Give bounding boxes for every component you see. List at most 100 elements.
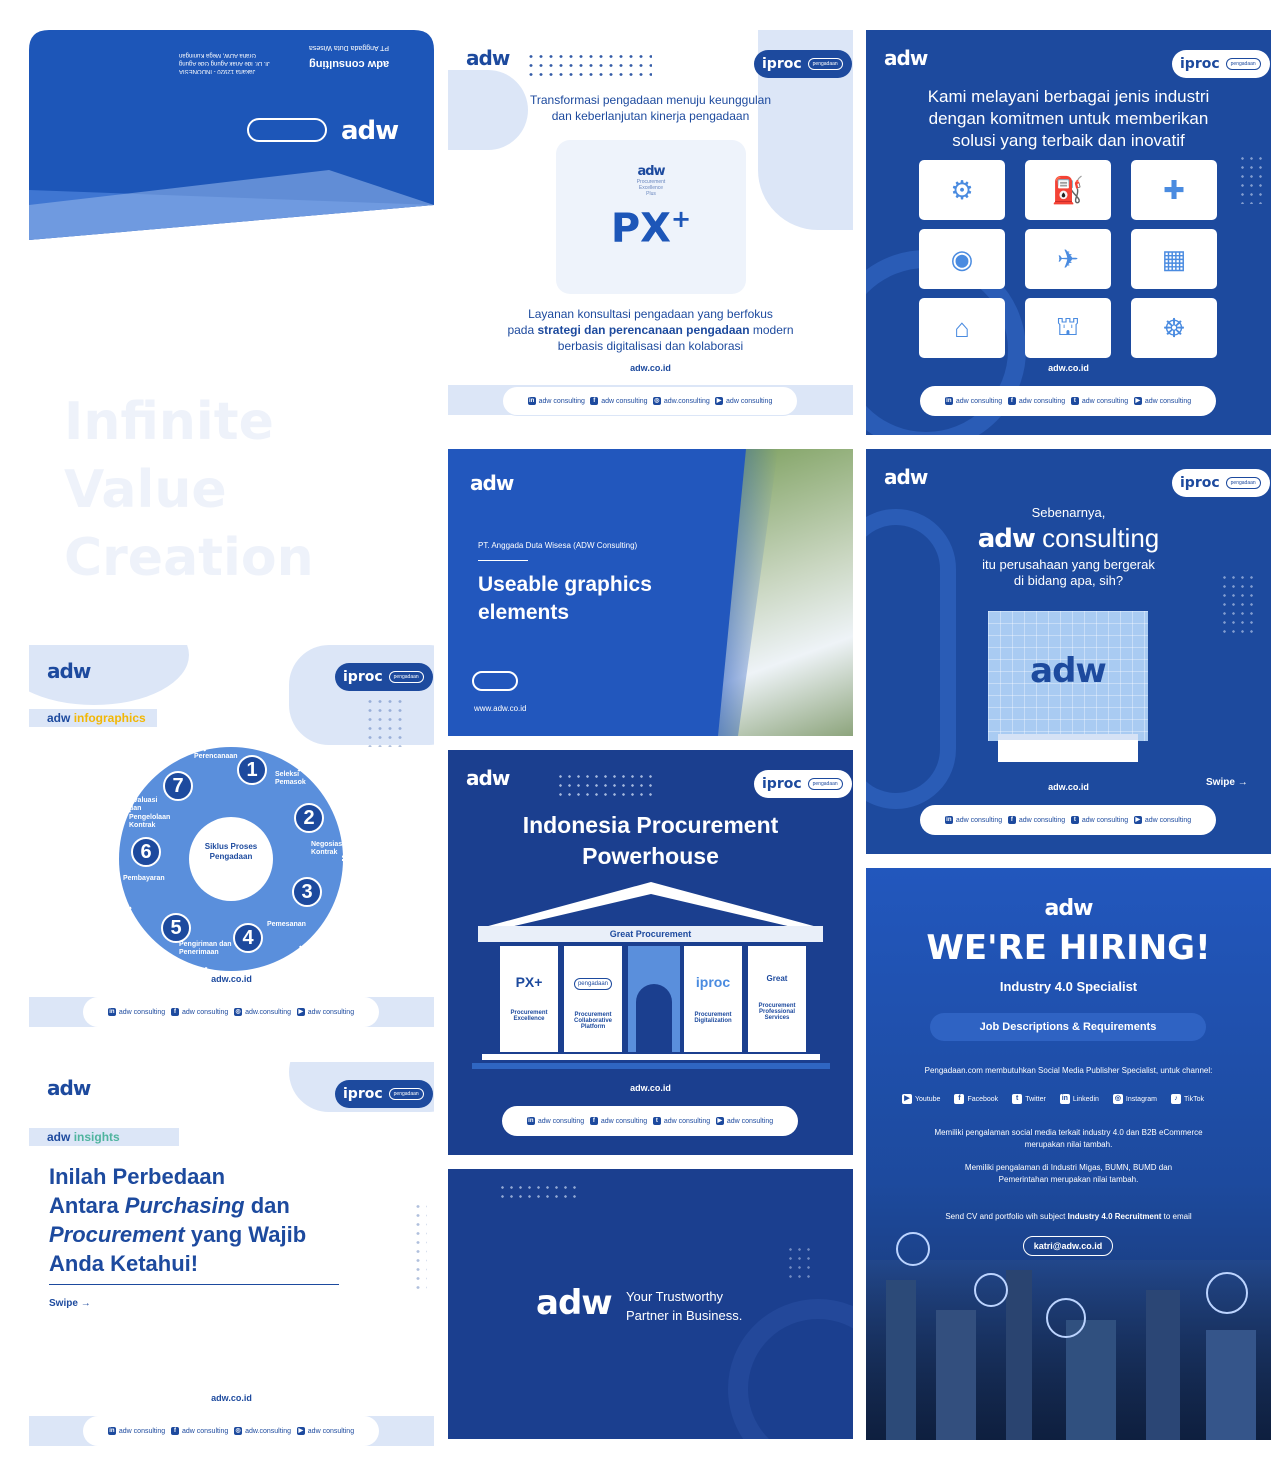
- twitter-link[interactable]: t adw consulting: [1070, 816, 1128, 824]
- question: itu perusahaan yang bergerak di bidang a…: [866, 557, 1271, 589]
- twitter-icon: t: [1012, 1094, 1023, 1104]
- gate: [628, 946, 680, 1052]
- envelope-address: Jakarta 12920 - INDONESIA: [179, 68, 256, 74]
- decor-dots: [1238, 154, 1266, 204]
- url-text[interactable]: adw.co.id: [866, 363, 1271, 373]
- iproc-badge: iproc pengadaan: [754, 770, 852, 798]
- linkedin-link[interactable]: in adw consulting: [944, 397, 1002, 405]
- url-text[interactable]: adw.co.id: [448, 363, 853, 373]
- tagline-line: Partner in Business.: [626, 1308, 743, 1323]
- brand-logo: adw: [470, 471, 514, 495]
- decor-dots: [498, 1183, 578, 1201]
- facebook-link[interactable]: f adw consulting: [590, 397, 648, 405]
- government-icon: ⛫: [1025, 298, 1111, 358]
- headline-line: Procurement yang Wajib: [49, 1220, 306, 1249]
- instagram-link[interactable]: ◎ adw.consulting: [234, 1008, 291, 1016]
- px-badge-logo: adw: [637, 164, 665, 179]
- social-label: adw.consulting: [245, 1008, 291, 1016]
- social-label: adw consulting: [181, 1008, 229, 1016]
- instagram-icon: ◎: [234, 1008, 243, 1016]
- send-span: to email: [1161, 1212, 1192, 1221]
- channel-facebook: f Facebook: [954, 1094, 998, 1104]
- youtube-link[interactable]: ▶ adw consulting: [1133, 397, 1192, 405]
- portfolio-canvas: adw adw consulting PT Anggada Duta Wises…: [0, 0, 1288, 1472]
- youtube-link[interactable]: ▶ adw consulting: [715, 397, 772, 405]
- linkedin-link[interactable]: in adw consulting: [944, 816, 1003, 824]
- facebook-link[interactable]: f adw consulting: [170, 1008, 229, 1016]
- social-label: adw consulting: [955, 816, 1003, 824]
- temple-steps: [472, 1063, 830, 1069]
- body-bold: strategi dan perencanaan pengadaan: [537, 323, 750, 337]
- intro: Sebenarnya,: [1031, 505, 1106, 520]
- question-line: di bidang apa, sih?: [1013, 573, 1124, 588]
- decor-dots: [786, 1245, 816, 1281]
- hospital-icon: ▦: [1131, 229, 1217, 289]
- body-span: modern: [749, 323, 794, 337]
- twitter-link[interactable]: t adw consulting: [652, 1117, 710, 1125]
- social-label: adw consulting: [1144, 397, 1192, 405]
- pillar-label: Procurement Collaborative Platform: [573, 1012, 612, 1030]
- facebook-link[interactable]: f adw consulting: [589, 1117, 648, 1125]
- url-text[interactable]: adw.co.id: [29, 974, 434, 984]
- iproc-logo: iproc: [762, 776, 802, 792]
- wind-turbine-icon: ⚙: [919, 160, 1005, 220]
- pengadaan-logo: pengadaan: [1225, 58, 1261, 70]
- youtube-link[interactable]: ▶ adw consulting: [715, 1117, 773, 1125]
- headline-span: dan: [244, 1193, 290, 1218]
- headline-line: Transformasi pengadaan menuju keunggulan: [529, 93, 772, 107]
- requirement-line: merupakan nilai tambah.: [1024, 1140, 1113, 1149]
- facebook-link[interactable]: f adw consulting: [1007, 397, 1065, 405]
- swipe-link[interactable]: Swipe →: [1206, 777, 1248, 788]
- facebook-icon: f: [170, 1008, 179, 1016]
- channel-tiktok: ♪ TikTok: [1171, 1094, 1204, 1104]
- youtube-link[interactable]: ▶ adw consulting: [1133, 816, 1191, 824]
- social-label: adw.consulting: [663, 397, 710, 405]
- linkedin-icon: in: [1059, 1094, 1070, 1104]
- headline-line: Kami melayani berbagai jenis industri: [927, 87, 1210, 106]
- pengadaan-logo: pengadaan: [807, 58, 843, 70]
- tagline: Infinite Value Creation: [64, 388, 314, 592]
- linkedin-link[interactable]: in adw consulting: [527, 397, 585, 405]
- headline: Kami melayani berbagai jenis industri de…: [866, 86, 1271, 152]
- facebook-link[interactable]: f adw consulting: [1007, 816, 1065, 824]
- social-label: adw consulting: [600, 1117, 648, 1125]
- requirement-line: Pemerintahan merupakan nilai tambah.: [998, 1175, 1139, 1184]
- pillar-logo: PX+: [515, 974, 543, 990]
- facebook-icon: f: [589, 1117, 598, 1125]
- linkedin-link[interactable]: in adw consulting: [526, 1117, 584, 1125]
- requirement-line: Memiliki pengalaman di Industri Migas, B…: [964, 1163, 1173, 1172]
- headline-line: Inilah Perbedaan: [49, 1164, 226, 1189]
- youtube-link[interactable]: ▶ adw consulting: [296, 1008, 354, 1016]
- facebook-link[interactable]: f adw consulting: [170, 1427, 228, 1435]
- youtube-link[interactable]: ▶ adw consulting: [296, 1427, 354, 1435]
- facebook-icon: f: [954, 1094, 965, 1104]
- headline-line: dengan komitmen untuk memberikan: [928, 109, 1209, 128]
- brand-heading: adw consulting: [866, 523, 1271, 554]
- url-text[interactable]: adw.co.id: [29, 1393, 434, 1403]
- title: Useable graphics elements: [478, 571, 652, 627]
- social-label: adw consulting: [118, 1008, 166, 1016]
- company-name: PT. Anggada Duta Wisesa (ADW Consulting): [478, 541, 638, 550]
- twitter-link[interactable]: t adw consulting: [1070, 397, 1128, 405]
- url-text[interactable]: adw.co.id: [448, 1083, 853, 1093]
- headline-line: solusi yang terbaik dan inovatif: [952, 131, 1185, 150]
- swipe-link[interactable]: Swipe →: [49, 1298, 91, 1309]
- facebook-icon: f: [1007, 397, 1016, 405]
- instagram-link[interactable]: ◎ adw.consulting: [234, 1427, 291, 1435]
- step-6-label: Pembayaran: [123, 875, 165, 882]
- linkedin-link[interactable]: in adw consulting: [107, 1008, 166, 1016]
- url-text[interactable]: www.adw.co.id: [474, 704, 526, 713]
- partner-post: adw Your Trustworthy Partner in Business…: [448, 1169, 853, 1439]
- iproc-logo: iproc: [762, 56, 802, 72]
- linkedin-link[interactable]: in adw consulting: [107, 1427, 165, 1435]
- send-bold: Industry 4.0 Recruitment: [1067, 1212, 1162, 1221]
- section-tag: adw insights: [29, 1128, 179, 1146]
- channel-label: Instagram: [1125, 1095, 1158, 1103]
- pillar-logo: pengadaan: [573, 978, 613, 990]
- step-2: 2: [294, 803, 324, 833]
- title-line: Useable graphics: [478, 573, 652, 596]
- email-button[interactable]: katri@adw.co.id: [1023, 1236, 1113, 1256]
- tagline-line: Infinite: [64, 392, 274, 452]
- instagram-link[interactable]: ◎ adw.consulting: [652, 397, 710, 405]
- step-6: 6: [131, 837, 161, 867]
